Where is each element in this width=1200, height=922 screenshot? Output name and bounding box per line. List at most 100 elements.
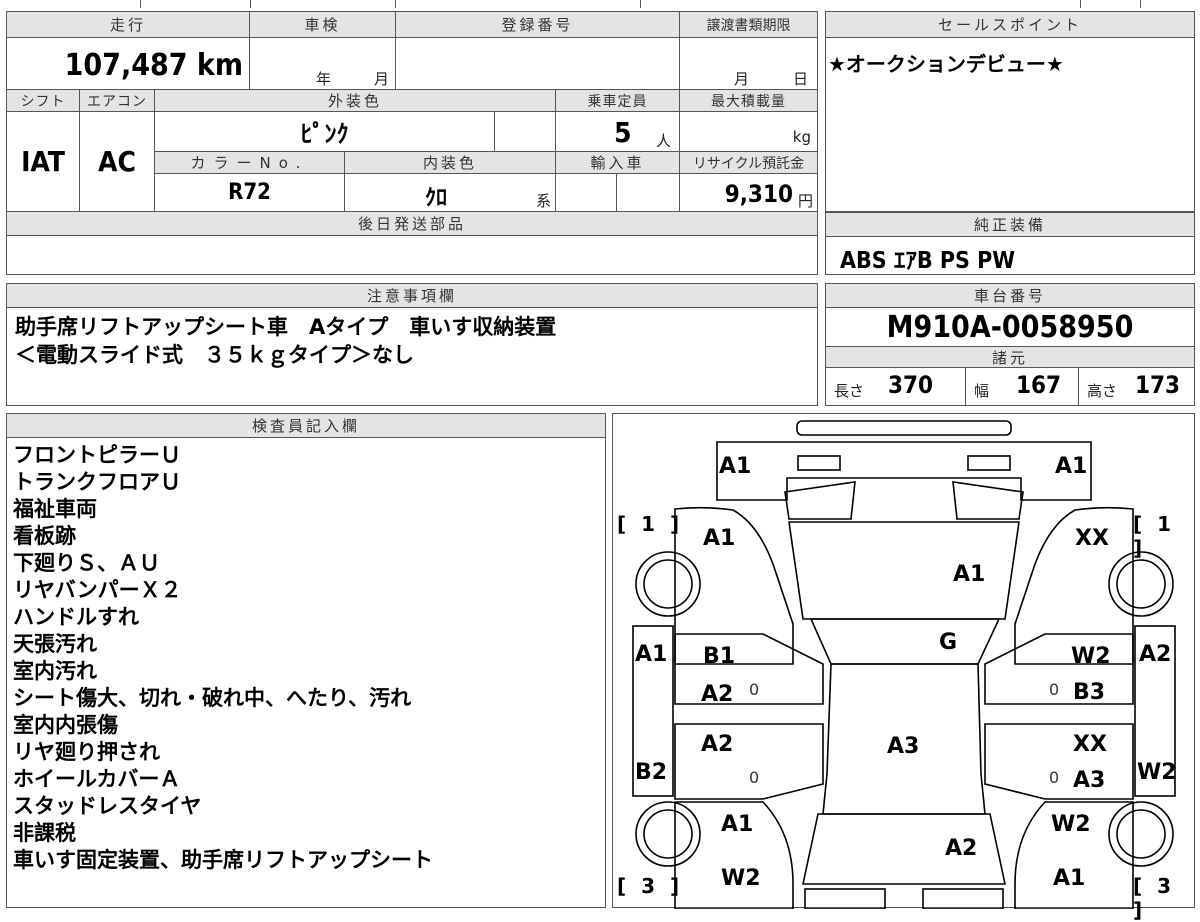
mark-door-fl-1: B1 [703, 644, 736, 669]
car-diagram-box: [ 1 ] [ 1 ] [ 3 ] [ 3 ] A1 A1 A1 XX A1 G… [612, 413, 1195, 922]
mark-pillar-left: A1 [635, 642, 668, 667]
mark-fender-right: XX [1075, 526, 1109, 551]
recycle-header: リサイクル預託金 [680, 152, 817, 174]
aircon-value: AC [98, 145, 136, 178]
vehicle-info-table: 走行 車検 登録番号 譲渡書類期限 107,487 km 年 月 月 日 シフト… [6, 11, 818, 275]
mark-door-rl: A2 [701, 732, 734, 757]
later-parts-value [7, 236, 817, 274]
max-load-header: 最大積載量 [680, 90, 817, 112]
mark-front-left: A1 [719, 454, 752, 479]
mark-side-rr: W2 [1137, 760, 1177, 785]
interior-color-header: 内装色 [345, 152, 556, 174]
notes-header: 注意事項欄 [7, 284, 817, 308]
height-label: 高さ [1087, 382, 1118, 400]
aircon-header: エアコン [80, 90, 155, 112]
exterior-color-header: 外装色 [155, 90, 556, 112]
inspector-box: 検査員記入欄 フロントピラーＵ トランクフロアＵ 福祉車両看板跡下廻りＳ、ＡＵ リヤバ… [6, 413, 606, 908]
mark-windshield: G [939, 630, 958, 655]
inspector-line: トランクフロアＵ [13, 470, 181, 494]
mark-side-rl: B2 [635, 760, 668, 785]
shift-value: IAT [21, 145, 65, 178]
notes-box: 注意事項欄 助手席リフトアップシート車 Aタイプ 車いす収納装置 ＜電動スライド… [6, 283, 818, 406]
inspector-line: 天張汚れ [13, 632, 97, 656]
sales-point-text: ★オークションデビュー★ [828, 52, 1064, 76]
mark-door-rr: XX [1073, 732, 1107, 757]
transfer-header: 譲渡書類期限 [680, 12, 817, 38]
capacity-value: 5 [614, 116, 632, 149]
interior-color-value: ｸﾛ [425, 186, 448, 211]
chassis-box: 車台番号 M910A-0058950 諸元 長さ 370 幅 167 高さ 17… [825, 283, 1195, 406]
length-label: 長さ [834, 382, 865, 400]
inspector-line: 福祉車両 [13, 497, 97, 521]
inspector-line: 車いす固定装置、助手席リフトアップシート [13, 848, 433, 872]
inspector-header: 検査員記入欄 [7, 414, 605, 438]
mark-hood: A1 [953, 562, 986, 587]
mark-rear-right: A1 [1053, 866, 1086, 891]
length-value: 370 [888, 371, 934, 399]
import-value [556, 174, 617, 212]
mark-door-fr-1: W2 [1071, 644, 1111, 669]
mark-zero-rl: 0 [749, 768, 760, 787]
mark-fender-left: A1 [703, 526, 736, 551]
notes-line-2: ＜電動スライド式 ３５ｋｇタイプ＞なし [15, 343, 414, 367]
inspector-line: 下廻りＳ、ＡＵ [13, 551, 160, 575]
notes-line-1: 助手席リフトアップシート車 Aタイプ 車いす収納装置 [15, 315, 557, 339]
mark-zero-fl: 0 [749, 680, 760, 699]
recycle-unit: 円 [797, 192, 813, 210]
inspector-line: 看板跡 [13, 524, 76, 548]
mark-rear-fender-left: A1 [721, 812, 754, 837]
mark-door-fl-2: A2 [701, 682, 734, 707]
sales-point-box: セールスポイント ★オークションデビュー★ [825, 11, 1195, 212]
bracket-front-left: [ 1 ] [617, 512, 684, 536]
bracket-front-right: [ 1 ] [1133, 512, 1176, 560]
inspector-line: リヤバンパーＸ２ [13, 578, 182, 602]
max-load-unit: kg [792, 128, 811, 146]
shaken-header: 車検 [250, 12, 396, 38]
standard-equipment-text: ABS ｴｱB PS PW [840, 248, 1016, 274]
mark-front-right: A1 [1055, 454, 1088, 479]
mark-roof: A3 [887, 734, 920, 759]
mileage-value: 107,487 km [64, 48, 243, 83]
mark-zero-rr: 0 [1049, 768, 1060, 787]
mark-quarter-rr: A3 [1073, 768, 1106, 793]
chassis-value: M910A-0058950 [886, 310, 1134, 345]
standard-equipment-header: 純正装備 [826, 213, 1194, 237]
color-no-value: R72 [228, 180, 271, 205]
shaken-month-label: 月 [374, 70, 390, 88]
bracket-rear-left: [ 3 ] [617, 874, 684, 898]
sales-point-header: セールスポイント [826, 12, 1194, 38]
inspector-line: シート傷大、切れ・破れ中、へたり、汚れ [13, 686, 412, 710]
registration-header: 登録番号 [396, 12, 680, 38]
mark-rear-left: W2 [721, 866, 761, 891]
mark-rear-center: A2 [945, 836, 978, 861]
interior-color-suffix: 系 [535, 192, 551, 210]
color-no-header: カラーNo. [155, 152, 345, 174]
import-header: 輸入車 [556, 152, 680, 174]
mark-pillar-right: A2 [1139, 642, 1172, 667]
height-value: 173 [1135, 371, 1181, 399]
specs-header: 諸元 [826, 346, 1194, 368]
standard-equipment-box: 純正装備 ABS ｴｱB PS PW [825, 212, 1195, 275]
later-parts-header: 後日発送部品 [7, 212, 817, 236]
registration-value [396, 38, 680, 90]
width-label: 幅 [974, 382, 990, 400]
width-value: 167 [1016, 371, 1062, 399]
inspector-line: ホイールカバーＡ [13, 767, 181, 791]
inspector-line: リヤ廻り押され [13, 740, 160, 764]
inspector-line: フロントピラーＵ [13, 443, 181, 467]
top-cropped-strip [0, 0, 1200, 8]
mark-door-fr-2: B3 [1073, 680, 1106, 705]
inspector-line: スタッドレスタイヤ [13, 794, 202, 818]
recycle-value: 9,310 [724, 180, 793, 208]
inspector-line: 室内汚れ [13, 659, 97, 683]
shaken-year-label: 年 [316, 70, 332, 88]
capacity-header: 乗車定員 [556, 90, 680, 112]
transfer-month-label: 月 [734, 70, 750, 88]
mark-zero-fr: 0 [1049, 680, 1060, 699]
inspector-line: 室内内張傷 [13, 713, 118, 737]
inspector-line: 非課税 [13, 821, 76, 845]
mileage-header: 走行 [7, 12, 250, 38]
transfer-day-label: 日 [793, 70, 809, 88]
mark-rear-fender-right: W2 [1051, 812, 1091, 837]
capacity-unit: 人 [656, 132, 672, 150]
